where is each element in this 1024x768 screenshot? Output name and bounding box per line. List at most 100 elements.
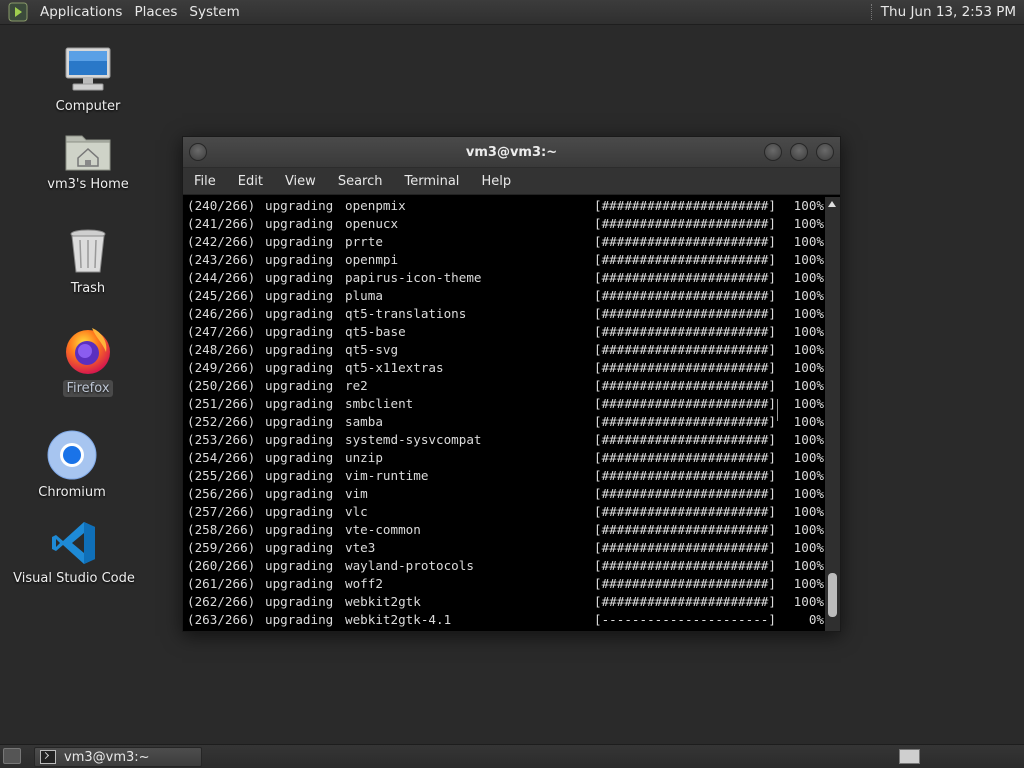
menu-applications[interactable]: Applications: [34, 0, 128, 25]
terminal-line-bar: [######################]: [594, 432, 776, 447]
desktop-icon-computer[interactable]: Computer: [52, 44, 124, 115]
show-desktop-icon[interactable]: [3, 748, 21, 764]
terminal-line-idx: (263/266): [187, 612, 256, 627]
desktop-icon-chromium[interactable]: Chromium: [36, 430, 108, 501]
terminal-line-idx: (248/266): [187, 342, 256, 357]
menu-help[interactable]: Help: [475, 174, 519, 189]
terminal-line-idx: (249/266): [187, 360, 256, 375]
terminal-line-pkg: smbclient: [345, 396, 414, 411]
menu-view[interactable]: View: [279, 174, 324, 189]
terminal-line-pkg: prrte: [345, 234, 383, 249]
terminal-line: (242/266) upgrading prrte [################…: [187, 233, 826, 251]
terminal-line-bar: [######################]: [594, 306, 776, 321]
terminal-line-bar: [######################]: [594, 234, 776, 249]
menu-edit[interactable]: Edit: [232, 174, 271, 189]
terminal-line-idx: (246/266): [187, 306, 256, 321]
terminal-line-pct: 100%: [793, 594, 824, 609]
terminal-line-bar: [######################]: [594, 252, 776, 267]
terminal-line-idx: (256/266): [187, 486, 256, 501]
terminal-line-pct: 100%: [793, 396, 824, 411]
terminal-line: (250/266) upgrading re2 [##################…: [187, 377, 826, 395]
terminal-line-action: upgrading: [265, 576, 334, 591]
terminal-line: (257/266) upgrading vlc [##################…: [187, 503, 826, 521]
terminal-line-action: upgrading: [265, 198, 334, 213]
terminal-icon: [40, 750, 56, 764]
terminal-line-bar: [######################]: [594, 576, 776, 591]
applications-menu-icon[interactable]: [7, 2, 29, 22]
computer-icon: [65, 47, 111, 91]
terminal-line-pkg: unzip: [345, 450, 383, 465]
taskbar-item-terminal[interactable]: vm3@vm3:~: [34, 747, 202, 767]
terminal-line-bar: [######################]: [594, 450, 776, 465]
terminal-line-pct: 100%: [793, 522, 824, 537]
menu-places[interactable]: Places: [128, 0, 183, 25]
menu-system[interactable]: System: [183, 0, 245, 25]
desktop-icon-home[interactable]: vm3's Home: [44, 128, 132, 193]
terminal-line: (240/266) upgrading openpmix [#############…: [187, 197, 826, 215]
terminal-line-action: upgrading: [265, 594, 334, 609]
terminal-line-bar: [----------------------]: [594, 612, 776, 627]
terminal-line-pkg: vim: [345, 486, 368, 501]
window-titlebar[interactable]: vm3@vm3:~: [183, 137, 840, 168]
terminal-line-pct: 100%: [793, 504, 824, 519]
taskbar-item-label: vm3@vm3:~: [64, 749, 150, 765]
scrollbar-thumb[interactable]: [828, 573, 837, 617]
terminal-line-pct: 100%: [793, 468, 824, 483]
terminal-line-pct: 100%: [793, 558, 824, 573]
desktop-icon-vscode[interactable]: Visual Studio Code: [13, 520, 135, 587]
terminal-window[interactable]: vm3@vm3:~ File Edit View Search Terminal…: [182, 136, 841, 632]
terminal-scrollbar[interactable]: [825, 197, 840, 631]
terminal-line-action: upgrading: [265, 288, 334, 303]
menu-search[interactable]: Search: [332, 174, 391, 189]
maximize-button[interactable]: [790, 143, 808, 161]
terminal-line-action: upgrading: [265, 558, 334, 573]
desktop-icon-label: Visual Studio Code: [13, 571, 135, 586]
terminal-line-pkg: openucx: [345, 216, 399, 231]
terminal-line: (244/266) upgrading papirus-icon-theme [###…: [187, 269, 826, 287]
terminal-line-idx: (241/266): [187, 216, 256, 231]
terminal-line-bar: [######################]: [594, 324, 776, 339]
window-menu-button[interactable]: [189, 143, 207, 161]
clock[interactable]: Thu Jun 13, 2:53 PM: [881, 4, 1024, 20]
terminal-line: (248/266) upgrading qt5-svg [##############…: [187, 341, 826, 359]
scroll-up-arrow-icon[interactable]: [828, 201, 836, 207]
terminal-line-idx: (260/266): [187, 558, 256, 573]
terminal-line-action: upgrading: [265, 612, 334, 627]
terminal-line-bar: [######################]: [594, 270, 776, 285]
terminal-line-bar: [######################]: [594, 342, 776, 357]
text-cursor-ibeam: [777, 399, 784, 421]
terminal-line-idx: (251/266): [187, 396, 256, 411]
terminal-output[interactable]: (240/266) upgrading openpmix [#############…: [183, 197, 826, 631]
chromium-icon: [47, 430, 97, 480]
terminal-line: (243/266) upgrading openmpi [##############…: [187, 251, 826, 269]
terminal-line-pct: 100%: [793, 270, 824, 285]
terminal-line-action: upgrading: [265, 216, 334, 231]
terminal-line-pkg: samba: [345, 414, 383, 429]
terminal-line-bar: [######################]: [594, 360, 776, 375]
terminal-line: (255/266) upgrading vim-runtime [##########…: [187, 467, 826, 485]
terminal-line-bar: [######################]: [594, 198, 776, 213]
terminal-line-action: upgrading: [265, 360, 334, 375]
workspace-switcher[interactable]: [899, 749, 920, 764]
desktop-icon-firefox[interactable]: Firefox: [52, 324, 124, 397]
desktop-icon-trash[interactable]: Trash: [52, 228, 124, 297]
terminal-line-action: upgrading: [265, 414, 334, 429]
terminal-line-bar: [######################]: [594, 468, 776, 483]
terminal-line-bar: [######################]: [594, 504, 776, 519]
close-button[interactable]: [816, 143, 834, 161]
menu-file[interactable]: File: [188, 174, 224, 189]
minimize-button[interactable]: [764, 143, 782, 161]
terminal-line-action: upgrading: [265, 252, 334, 267]
terminal-line: (259/266) upgrading vte3 [#################…: [187, 539, 826, 557]
menu-terminal[interactable]: Terminal: [398, 174, 467, 189]
terminal-line-pkg: openpmix: [345, 198, 406, 213]
terminal-line-bar: [######################]: [594, 288, 776, 303]
terminal-line-bar: [######################]: [594, 378, 776, 393]
terminal-line-pct: 0%: [808, 612, 824, 627]
terminal-line-pct: 100%: [793, 576, 824, 591]
terminal-line: (245/266) upgrading pluma [################…: [187, 287, 826, 305]
terminal-line-pct: 100%: [793, 360, 824, 375]
terminal-line-pct: 100%: [793, 252, 824, 267]
desktop-icon-label: Trash: [70, 281, 106, 296]
terminal-line-pct: 100%: [793, 342, 824, 357]
